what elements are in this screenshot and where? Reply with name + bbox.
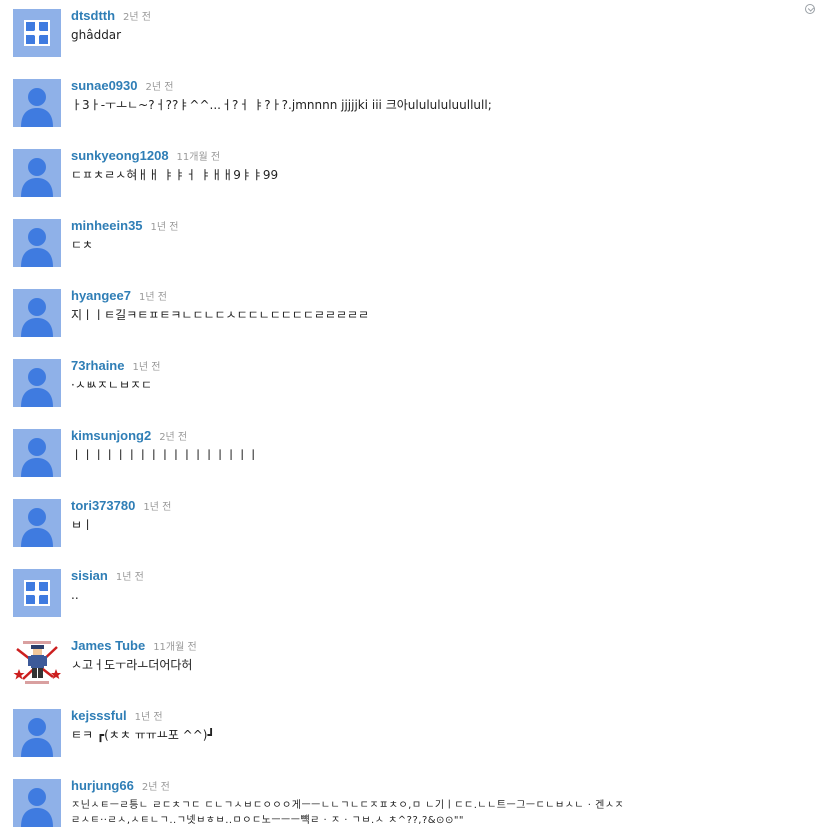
comment-author-link[interactable]: sisian 1년 전 <box>71 568 144 583</box>
comment-timestamp[interactable]: 1년 전 <box>139 292 167 303</box>
person-silhouette-icon[interactable] <box>13 709 61 757</box>
comment-item: sisian 1년 전 .. <box>0 564 815 634</box>
author-name[interactable]: 73rhaine <box>71 358 124 373</box>
person-silhouette-icon[interactable] <box>13 289 61 337</box>
comment-timestamp[interactable]: 11개월 전 <box>153 642 197 653</box>
gift-icon[interactable] <box>13 9 61 57</box>
comment-timestamp[interactable]: 2년 전 <box>123 12 151 23</box>
comment-author-link[interactable]: dtsdtth 2년 전 <box>71 8 151 23</box>
comment-text: ㅈ닌ㅅㅌㅡㄹ틍ㄴ ㄹㄷㅊㄱㄷ ㄷㄴㄱㅅㅂㄷㅇㅇㅇ게ㅡㅡㄴㄴㄱㄴㄷㅈㅍㅊㅇ,ㅁ ㄴ… <box>71 800 625 826</box>
comment-timestamp[interactable]: 2년 전 <box>159 432 187 443</box>
comment-author-link[interactable]: 73rhaine 1년 전 <box>71 358 160 373</box>
comment-text: ghâddar <box>71 28 122 42</box>
comment-text: ·ㅅㅄㅈㄴㅂㅈㄷ <box>71 378 153 392</box>
comment-timestamp[interactable]: 1년 전 <box>143 502 171 513</box>
comment-timestamp[interactable]: 1년 전 <box>135 712 163 723</box>
comment-author-link[interactable]: kejsssful 1년 전 <box>71 708 163 723</box>
comment-text: .. <box>71 588 79 602</box>
author-name[interactable]: James Tube <box>71 638 145 653</box>
comment-author-link[interactable]: sunkyeong1208 11개월 전 <box>71 148 220 163</box>
author-name[interactable]: kejsssful <box>71 708 127 723</box>
comment-item: hurjung66 2년 전 ㅈ닌ㅅㅌㅡㄹ틍ㄴ ㄹㄷㅊㄱㄷ ㄷㄴㄱㅅㅂㄷㅇㅇㅇ게ㅡ… <box>0 774 815 837</box>
author-name[interactable]: minheein35 <box>71 218 143 233</box>
comment-author-link[interactable]: minheein35 1년 전 <box>71 218 178 233</box>
author-name[interactable]: hyangee7 <box>71 288 131 303</box>
comment-text: ㅏ3ㅏ-ㅜㅗㄴ~?ㅓ??ㅑ^^...ㅓ?ㅓ ㅑ?ㅏ?.jmnnnn jjjjjk… <box>71 98 492 112</box>
person-silhouette-icon[interactable] <box>13 149 61 197</box>
comment-author-link[interactable]: James Tube 11개월 전 <box>71 638 197 653</box>
comment-item: 73rhaine 1년 전 ·ㅅㅄㅈㄴㅂㅈㄷ <box>0 354 815 424</box>
author-name[interactable]: sunae0930 <box>71 78 138 93</box>
comment-timestamp[interactable]: 11개월 전 <box>177 152 221 163</box>
comment-text: ㅌㅋ ┏(ㅊㅊ ㅠㅠㅛ포 ^^)┛ <box>71 728 215 742</box>
comment-text: ㅅ고ㅓ도ㅜ라ㅗ더어다허 <box>71 658 193 672</box>
comment-timestamp[interactable]: 2년 전 <box>146 82 174 93</box>
comment-author-link[interactable]: hurjung66 2년 전 <box>71 778 170 793</box>
comment-text: 지ㅣㅣㅌ길ㅋㅌㅍㅌㅋㄴㄷㄴㄷㅅㄷㄷㄴㄷㄷㄷㄷㄹㄹㄹㄹㄹ <box>71 308 370 322</box>
author-name[interactable]: tori373780 <box>71 498 135 513</box>
comment-timestamp[interactable]: 1년 전 <box>151 222 179 233</box>
comment-author-link[interactable]: kimsunjong2 2년 전 <box>71 428 187 443</box>
comment-timestamp[interactable]: 1년 전 <box>116 572 144 583</box>
author-name[interactable]: dtsdtth <box>71 8 115 23</box>
comment-text: ㄷㅍㅊㄹㅅ혀ㅐㅐ ㅑㅑㅓ ㅑㅐㅐ9ㅑㅑ99 <box>71 168 279 182</box>
comment-text: ㄷㅊ <box>71 238 94 252</box>
author-name[interactable]: kimsunjong2 <box>71 428 151 443</box>
person-silhouette-icon[interactable] <box>13 429 61 477</box>
comment-item: minheein35 1년 전 ㄷㅊ <box>0 214 815 284</box>
comment-item: tori373780 1년 전 ㅂㅣ <box>0 494 815 564</box>
author-name[interactable]: hurjung66 <box>71 778 134 793</box>
comment-text: ㅂㅣ <box>71 518 94 532</box>
custom-photo-avatar[interactable] <box>13 639 61 687</box>
comment-item: sunkyeong1208 11개월 전 ㄷㅍㅊㄹㅅ혀ㅐㅐ ㅑㅑㅓ ㅑㅐㅐ9ㅑㅑ9… <box>0 144 815 214</box>
comment-item: James Tube 11개월 전 ㅅ고ㅓ도ㅜ라ㅗ더어다허 <box>0 634 815 704</box>
comment-item: hyangee7 1년 전 지ㅣㅣㅌ길ㅋㅌㅍㅌㅋㄴㄷㄴㄷㅅㄷㄷㄴㄷㄷㄷㄷㄹㄹㄹㄹㄹ <box>0 284 815 354</box>
comment-item: kejsssful 1년 전 ㅌㅋ ┏(ㅊㅊ ㅠㅠㅛ포 ^^)┛ <box>0 704 815 774</box>
comment-author-link[interactable]: tori373780 1년 전 <box>71 498 171 513</box>
comment-author-link[interactable]: hyangee7 1년 전 <box>71 288 167 303</box>
comment-item: kimsunjong2 2년 전 ㅣㅣㅣㅣㅣㅣㅣㅣㅣㅣㅣㅣㅣㅣㅣㅣㅣ <box>0 424 815 494</box>
comment-author-link[interactable]: sunae0930 2년 전 <box>71 78 173 93</box>
gift-icon[interactable] <box>13 569 61 617</box>
author-name[interactable]: sisian <box>71 568 108 583</box>
comment-timestamp[interactable]: 1년 전 <box>132 362 160 373</box>
person-silhouette-icon[interactable] <box>13 219 61 267</box>
comment-item: sunae0930 2년 전 ㅏ3ㅏ-ㅜㅗㄴ~?ㅓ??ㅑ^^...ㅓ?ㅓ ㅑ?ㅏ?… <box>0 74 815 144</box>
person-silhouette-icon[interactable] <box>13 779 61 827</box>
person-silhouette-icon[interactable] <box>13 499 61 547</box>
comment-text: ㅣㅣㅣㅣㅣㅣㅣㅣㅣㅣㅣㅣㅣㅣㅣㅣㅣ <box>71 448 259 462</box>
comment-item: dtsdtth 2년 전 ghâddar <box>0 4 815 74</box>
person-silhouette-icon[interactable] <box>13 359 61 407</box>
comment-timestamp[interactable]: 2년 전 <box>142 782 170 793</box>
person-silhouette-icon[interactable] <box>13 79 61 127</box>
author-name[interactable]: sunkyeong1208 <box>71 148 169 163</box>
